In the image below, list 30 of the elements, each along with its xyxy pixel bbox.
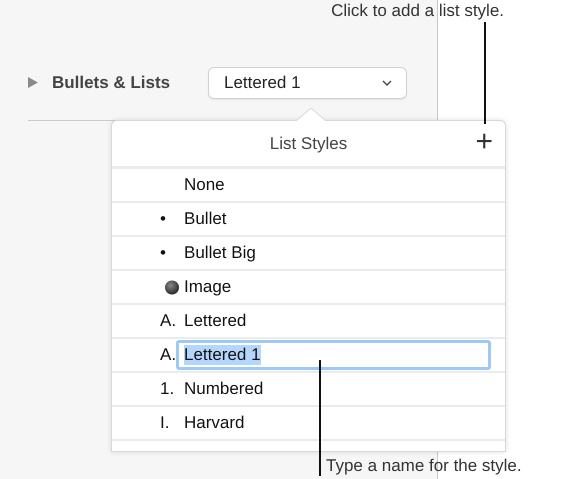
list-style-item[interactable]: • Bullet [112, 203, 505, 237]
style-name: Bullet Big [184, 243, 256, 263]
list-style-item[interactable]: 1. Numbered [112, 373, 505, 407]
list-style-item[interactable]: I. Harvard [112, 407, 505, 441]
chevron-down-icon [382, 80, 392, 86]
list-style-item[interactable]: A. Lettered [112, 305, 505, 339]
list-style-item[interactable]: Image [112, 271, 505, 305]
list-style-dropdown[interactable]: Lettered 1 [208, 66, 407, 98]
style-name: Lettered [184, 311, 246, 331]
list-style-item[interactable]: None [112, 169, 505, 203]
list-marker: 1. [160, 379, 176, 399]
list-style-item[interactable]: A. Lettered 1 [112, 339, 505, 373]
style-name: None [184, 175, 225, 195]
list-marker: I. [160, 413, 170, 433]
callout-text: Type a name for the style. [326, 456, 522, 476]
style-name: Bullet [184, 209, 227, 229]
list-marker: • [160, 243, 167, 263]
style-name: Image [184, 277, 232, 297]
list-marker: A. [160, 345, 178, 365]
list-marker: • [160, 209, 167, 229]
style-name-field[interactable]: Lettered 1 [176, 340, 491, 370]
section-title: Bullets & Lists [52, 72, 172, 92]
style-name: Numbered [184, 379, 264, 399]
disclosure-triangle-icon[interactable] [28, 77, 38, 88]
list-style-item[interactable]: • Bullet Big [112, 237, 505, 271]
list-marker: A. [160, 311, 178, 331]
add-button[interactable]: + [473, 127, 495, 157]
style-name: Harvard [184, 413, 244, 433]
callout-text: Click to add a list style. [331, 1, 504, 21]
popover-title: List Styles [270, 134, 348, 154]
